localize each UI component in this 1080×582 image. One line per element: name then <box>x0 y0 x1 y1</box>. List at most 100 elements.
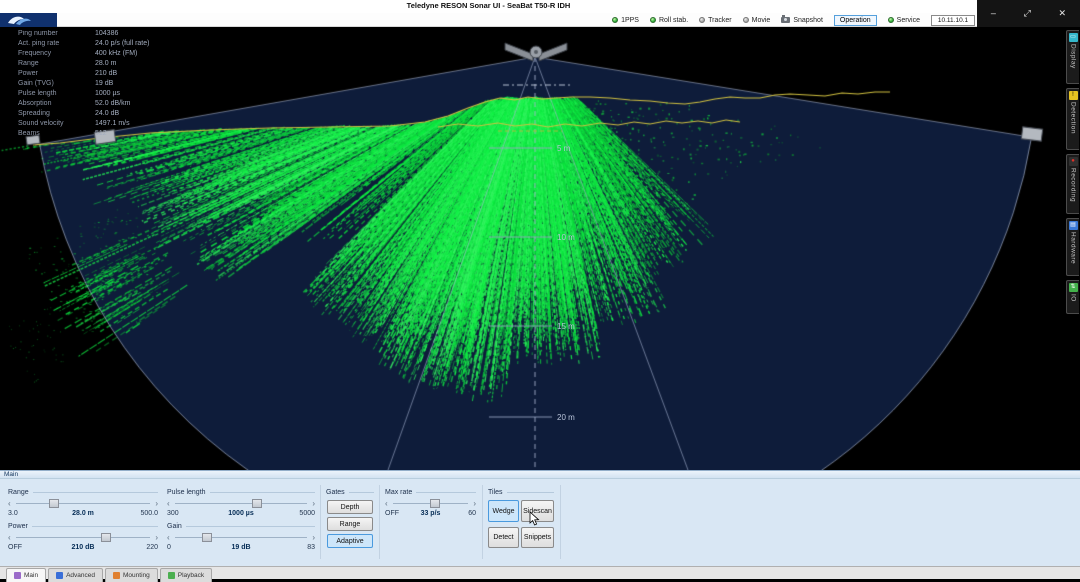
slider-right-arrow-icon[interactable] <box>155 499 158 509</box>
range-slider[interactable] <box>8 499 158 509</box>
gates-range-button[interactable]: Range <box>327 517 373 531</box>
info-label: Frequency <box>18 50 95 57</box>
info-label: Act. ping rate <box>18 40 95 47</box>
window-title: Teledyne RESON Sonar UI - SeaBat T50-R I… <box>0 1 977 10</box>
camera-icon <box>781 17 790 23</box>
slider-track[interactable] <box>393 499 468 509</box>
info-label: Ping number <box>18 30 95 37</box>
slider-right-arrow-icon[interactable] <box>312 499 315 509</box>
slider-right-arrow-icon[interactable] <box>473 499 476 509</box>
divider <box>482 485 483 559</box>
gain-group: Gain 0 19 dB 83 <box>167 521 315 553</box>
tab-detection[interactable]: ! Detection <box>1066 88 1079 150</box>
ip-address-field[interactable]: 10.11.10.1 <box>931 15 975 26</box>
tiles-wedge-button[interactable]: Wedge <box>488 500 519 522</box>
pulse-length-slider[interactable] <box>167 499 315 509</box>
slider-left-arrow-icon[interactable] <box>385 499 388 509</box>
indicator-roll-stab: Roll stab. <box>650 17 688 24</box>
gates-depth-button[interactable]: Depth <box>327 500 373 514</box>
info-value: 28.0 m <box>95 60 116 67</box>
record-icon: ● <box>1069 157 1078 166</box>
divider <box>210 492 315 493</box>
tab-io[interactable]: ⇅ IO <box>1066 280 1079 314</box>
gain-label: Gain <box>167 523 182 530</box>
slider-thumb[interactable] <box>430 499 440 508</box>
snapshot-button[interactable]: Snapshot <box>781 17 823 24</box>
slider-left-arrow-icon[interactable] <box>8 499 11 509</box>
slider-thumb[interactable] <box>101 533 111 542</box>
gates-adaptive-button[interactable]: Adaptive <box>327 534 373 548</box>
display-icon: ▭ <box>1069 33 1078 42</box>
toolbar-items: 1PPS Roll stab. Tracker Movie Snapshot O… <box>612 13 975 27</box>
gain-slider[interactable] <box>167 533 315 543</box>
gain-value: 19 dB <box>167 544 315 551</box>
slider-left-arrow-icon[interactable] <box>8 533 11 543</box>
slider-right-arrow-icon[interactable] <box>312 533 315 543</box>
slider-left-arrow-icon[interactable] <box>167 533 170 543</box>
range-label: Range <box>8 489 29 496</box>
tab-recording[interactable]: ● Recording <box>1066 154 1079 214</box>
toolbar: 1PPS Roll stab. Tracker Movie Snapshot O… <box>0 13 1080 27</box>
depth-mark-10m: 10 m <box>557 233 575 242</box>
max-rate-label: Max rate <box>385 489 412 496</box>
restore-icon[interactable]: ⤢ <box>1024 9 1031 18</box>
mouse-cursor <box>529 511 541 527</box>
gain-values: 0 19 dB 83 <box>167 544 315 553</box>
indicator-tracker: Tracker <box>699 17 731 24</box>
tab-main[interactable]: Main <box>6 568 46 582</box>
slider-track[interactable] <box>16 533 150 543</box>
title-bar: Teledyne RESON Sonar UI - SeaBat T50-R I… <box>0 0 1080 13</box>
tiles-group: Tiles <box>488 487 554 497</box>
slider-thumb[interactable] <box>252 499 262 508</box>
slider-right-arrow-icon[interactable] <box>155 533 158 543</box>
tab-label: IO <box>1070 294 1077 302</box>
divider <box>349 492 374 493</box>
tab-label: Main <box>24 572 38 579</box>
minimize-icon[interactable]: – <box>991 9 996 18</box>
power-slider[interactable] <box>8 533 158 543</box>
info-value: 19 dB <box>95 80 113 87</box>
slider-track[interactable] <box>175 499 307 509</box>
max-rate-value: 33 p/s <box>385 510 476 517</box>
max-rate-slider[interactable] <box>385 499 476 509</box>
tab-playback[interactable]: Playback <box>160 568 212 582</box>
info-value: 24.0 dB <box>95 110 119 117</box>
slider-left-arrow-icon[interactable] <box>167 499 170 509</box>
info-label: Spreading <box>18 110 95 117</box>
info-row: Ping number104386 <box>18 30 149 40</box>
info-label: Absorption <box>18 100 95 107</box>
close-icon[interactable]: ✕ <box>1059 9 1067 18</box>
tiles-detect-button[interactable]: Detect <box>488 527 519 548</box>
tab-hardware[interactable]: ▤ Hardware <box>1066 218 1079 276</box>
tiles-snippets-button[interactable]: Snippets <box>521 527 554 548</box>
tab-label: Advanced <box>66 572 95 579</box>
slider-track[interactable] <box>16 499 150 509</box>
tab-advanced[interactable]: Advanced <box>48 568 103 582</box>
info-label: Range <box>18 60 95 67</box>
power-value: 210 dB <box>8 544 158 551</box>
gain-max: 83 <box>307 544 315 551</box>
indicator-label: Roll stab. <box>659 17 688 24</box>
info-value: 1497.1 m/s <box>95 120 130 127</box>
tab-mounting[interactable]: Mounting <box>105 568 158 582</box>
power-values: OFF 210 dB 220 <box>8 544 158 553</box>
led-icon <box>888 17 894 23</box>
indicator-label: Movie <box>752 17 771 24</box>
sonar-wedge-display[interactable] <box>0 27 1066 470</box>
slider-thumb[interactable] <box>49 499 59 508</box>
divider <box>320 485 321 559</box>
io-icon: ⇅ <box>1069 283 1078 292</box>
tab-label: Display <box>1070 44 1077 69</box>
slider-thumb[interactable] <box>202 533 212 542</box>
indicator-service[interactable]: Service <box>888 17 920 24</box>
max-rate-max: 60 <box>468 510 476 517</box>
operation-toggle[interactable]: Operation <box>834 15 877 26</box>
sonar-display-area: Ping number104386 Act. ping rate24.0 p/s… <box>0 27 1080 470</box>
range-values: 3.0 28.0 m 500.0 <box>8 510 158 519</box>
max-rate-group: Max rate OFF 33 p/s 60 <box>385 487 476 519</box>
info-row: Gain (TVG)19 dB <box>18 80 149 90</box>
warning-icon: ! <box>1069 91 1078 100</box>
indicator-movie: Movie <box>743 17 771 24</box>
tab-display[interactable]: ▭ Display <box>1066 30 1079 84</box>
slider-track[interactable] <box>175 533 307 543</box>
